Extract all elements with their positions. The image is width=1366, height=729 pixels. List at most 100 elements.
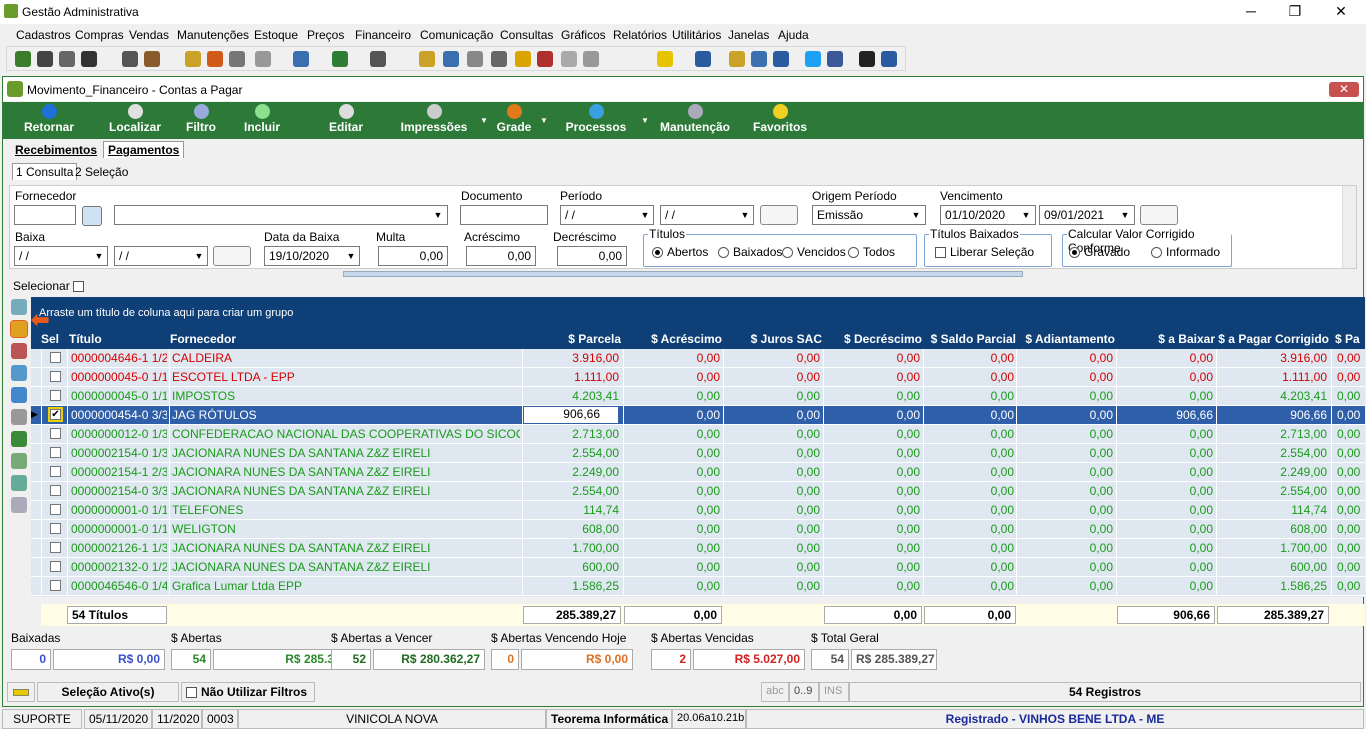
col-decrescimo[interactable]: $ Decréscimo xyxy=(824,332,922,346)
star-icon[interactable] xyxy=(657,51,673,67)
table-row[interactable]: 0000000001-0 1/1 TELEFONES 114,74 0,00 0,00 0… xyxy=(31,501,1365,520)
col-sel[interactable]: Sel xyxy=(41,332,65,346)
manutencao-button[interactable]: Manutenção xyxy=(657,104,733,134)
titulos-todos-radio[interactable]: Todos xyxy=(848,245,895,259)
tab-pagamentos[interactable]: Pagamentos xyxy=(103,141,185,158)
baixa-calendar-icon[interactable] xyxy=(213,246,251,266)
col-fornecedor[interactable]: Fornecedor xyxy=(170,332,520,346)
exit-icon[interactable] xyxy=(881,51,897,67)
baixa-to-dropdown-icon[interactable]: ▼ xyxy=(191,247,207,265)
calendar-icon[interactable] xyxy=(185,51,201,67)
processos-dropdown-icon[interactable]: ▼ xyxy=(641,116,649,125)
documento-input[interactable] xyxy=(460,205,548,225)
lock-icon[interactable] xyxy=(515,51,531,67)
vencimento-from-dropdown-icon[interactable]: ▼ xyxy=(1018,206,1034,224)
periodo-to-dropdown-icon[interactable]: ▼ xyxy=(737,206,753,224)
minimize-button[interactable]: ─ xyxy=(1228,0,1274,24)
child-close-button[interactable]: ✕ xyxy=(1329,82,1359,97)
periodo-from-dropdown-icon[interactable]: ▼ xyxy=(637,206,653,224)
phone-icon[interactable] xyxy=(773,51,789,67)
nao-utilizar-filtros-checkbox[interactable]: Não Utilizar Filtros xyxy=(181,682,315,702)
splitter-handle[interactable] xyxy=(343,271,1023,277)
baixa-from-dropdown-icon[interactable]: ▼ xyxy=(91,247,107,265)
row-select-checkbox[interactable] xyxy=(50,390,61,401)
selecionar-checkbox[interactable]: Selecionar xyxy=(13,279,88,293)
impressoes-dropdown-icon[interactable]: ▼ xyxy=(480,116,488,125)
table-row[interactable]: 0000004646-1 1/2 CALDEIRA 3.916,00 0,00 0,00… xyxy=(31,349,1365,368)
vencimento-calendar-icon[interactable] xyxy=(1140,205,1178,225)
favoritos-button[interactable]: Favoritos xyxy=(751,104,809,134)
register-icon[interactable] xyxy=(122,51,138,67)
grade-dropdown-icon[interactable]: ▼ xyxy=(540,116,548,125)
row-select-checkbox[interactable] xyxy=(50,542,61,553)
fornecedor-search-icon[interactable] xyxy=(82,206,102,226)
windows-icon[interactable] xyxy=(11,387,27,403)
col-pa[interactable]: $ Pa xyxy=(1335,332,1365,346)
menu-comunicacao[interactable]: Comunicação xyxy=(420,28,493,42)
table-row[interactable]: 0000000045-0 1/1 IMPOSTOS 4.203,41 0,00 0,00… xyxy=(31,387,1365,406)
menu-consultas[interactable]: Consultas xyxy=(500,28,553,42)
note-icon[interactable] xyxy=(419,51,435,67)
row-select-checkbox[interactable] xyxy=(50,447,61,458)
menu-compras[interactable]: Compras xyxy=(75,28,124,42)
row-select-checkbox[interactable] xyxy=(50,485,61,496)
twitter-icon[interactable] xyxy=(805,51,821,67)
impressoes-button[interactable]: Impressões xyxy=(397,104,471,134)
incluir-button[interactable]: Incluir xyxy=(237,104,287,134)
monitor-icon[interactable] xyxy=(859,51,875,67)
menu-precos[interactable]: Preços xyxy=(307,28,344,42)
globe-icon[interactable] xyxy=(15,51,31,67)
table-row[interactable]: 0000000012-0 1/37 CONFEDERACAO NACIONAL D… xyxy=(31,425,1365,444)
row-select-checkbox[interactable] xyxy=(50,561,61,572)
fornecedor-name-input[interactable] xyxy=(114,205,448,225)
menu-vendas[interactable]: Vendas xyxy=(129,28,169,42)
settings-icon[interactable] xyxy=(370,51,386,67)
grade-button[interactable]: Grade xyxy=(491,104,537,134)
tag-icon[interactable] xyxy=(255,51,271,67)
document-icon[interactable] xyxy=(11,343,27,359)
table-row[interactable]: 0000000001-0 1/1 WELIGTON 608,00 0,00 0,00 0,… xyxy=(31,520,1365,539)
tab-recebimentos[interactable]: Recebimentos xyxy=(15,143,97,157)
coins-icon[interactable] xyxy=(10,320,28,338)
add-user-icon[interactable] xyxy=(583,51,599,67)
tree-icon[interactable] xyxy=(229,51,245,67)
origem-dropdown-icon[interactable]: ▼ xyxy=(908,206,924,224)
keys-icon[interactable] xyxy=(729,51,745,67)
bug-icon[interactable] xyxy=(332,51,348,67)
tab-selecao[interactable]: 2 Seleção xyxy=(75,165,128,179)
clipboard-icon[interactable] xyxy=(467,51,483,67)
menu-financeiro[interactable]: Financeiro xyxy=(355,28,411,42)
retornar-button[interactable]: Retornar xyxy=(19,104,79,134)
row-select-checkbox[interactable]: ✔ xyxy=(48,407,63,422)
liberar-selecao-checkbox[interactable]: Liberar Seleção xyxy=(935,245,1034,259)
decrescimo-input[interactable]: 0,00 xyxy=(557,246,627,266)
report-icon[interactable] xyxy=(207,51,223,67)
data-baixa-dropdown-icon[interactable]: ▼ xyxy=(343,247,359,265)
menu-manutencoes[interactable]: Manutenções xyxy=(177,28,249,42)
table-row[interactable]: 0000002154-1 2/3 JACIONARA NUNES DA SANTA… xyxy=(31,463,1365,482)
col-adiantamento[interactable]: $ Adiantamento xyxy=(1017,332,1115,346)
table-row[interactable]: 0000002132-0 1/2 JACIONARA NUNES DA SANTA… xyxy=(31,558,1365,577)
fornecedor-code-input[interactable] xyxy=(14,205,76,225)
cd-icon[interactable] xyxy=(561,51,577,67)
col-titulo[interactable]: Título xyxy=(69,332,165,346)
processos-button[interactable]: Processos xyxy=(561,104,631,134)
window-icon[interactable] xyxy=(443,51,459,67)
row-select-checkbox[interactable] xyxy=(50,504,61,515)
menu-relatorios[interactable]: Relatórios xyxy=(613,28,667,42)
menu-ajuda[interactable]: Ajuda xyxy=(778,28,809,42)
calc-informado-radio[interactable]: Informado xyxy=(1151,245,1220,259)
skype-icon[interactable] xyxy=(751,51,767,67)
localizar-button[interactable]: Localizar xyxy=(105,104,165,134)
menu-utilitarios[interactable]: Utilitários xyxy=(672,28,721,42)
col-a-baixar[interactable]: $ a Baixar xyxy=(1117,332,1215,346)
calculator-icon[interactable] xyxy=(11,409,27,425)
key-icon[interactable] xyxy=(11,497,27,513)
filtro-button[interactable]: Filtro xyxy=(179,104,223,134)
table-row[interactable]: 0000002154-0 1/3 JACIONARA NUNES DA SANTA… xyxy=(31,444,1365,463)
acrescimo-input[interactable]: 0,00 xyxy=(466,246,536,266)
menu-graficos[interactable]: Gráficos xyxy=(561,28,606,42)
table-row[interactable]: 0000002126-1 1/3 JACIONARA NUNES DA SANTA… xyxy=(31,539,1365,558)
money-icon[interactable] xyxy=(11,431,27,447)
table-add-icon[interactable] xyxy=(11,475,27,491)
